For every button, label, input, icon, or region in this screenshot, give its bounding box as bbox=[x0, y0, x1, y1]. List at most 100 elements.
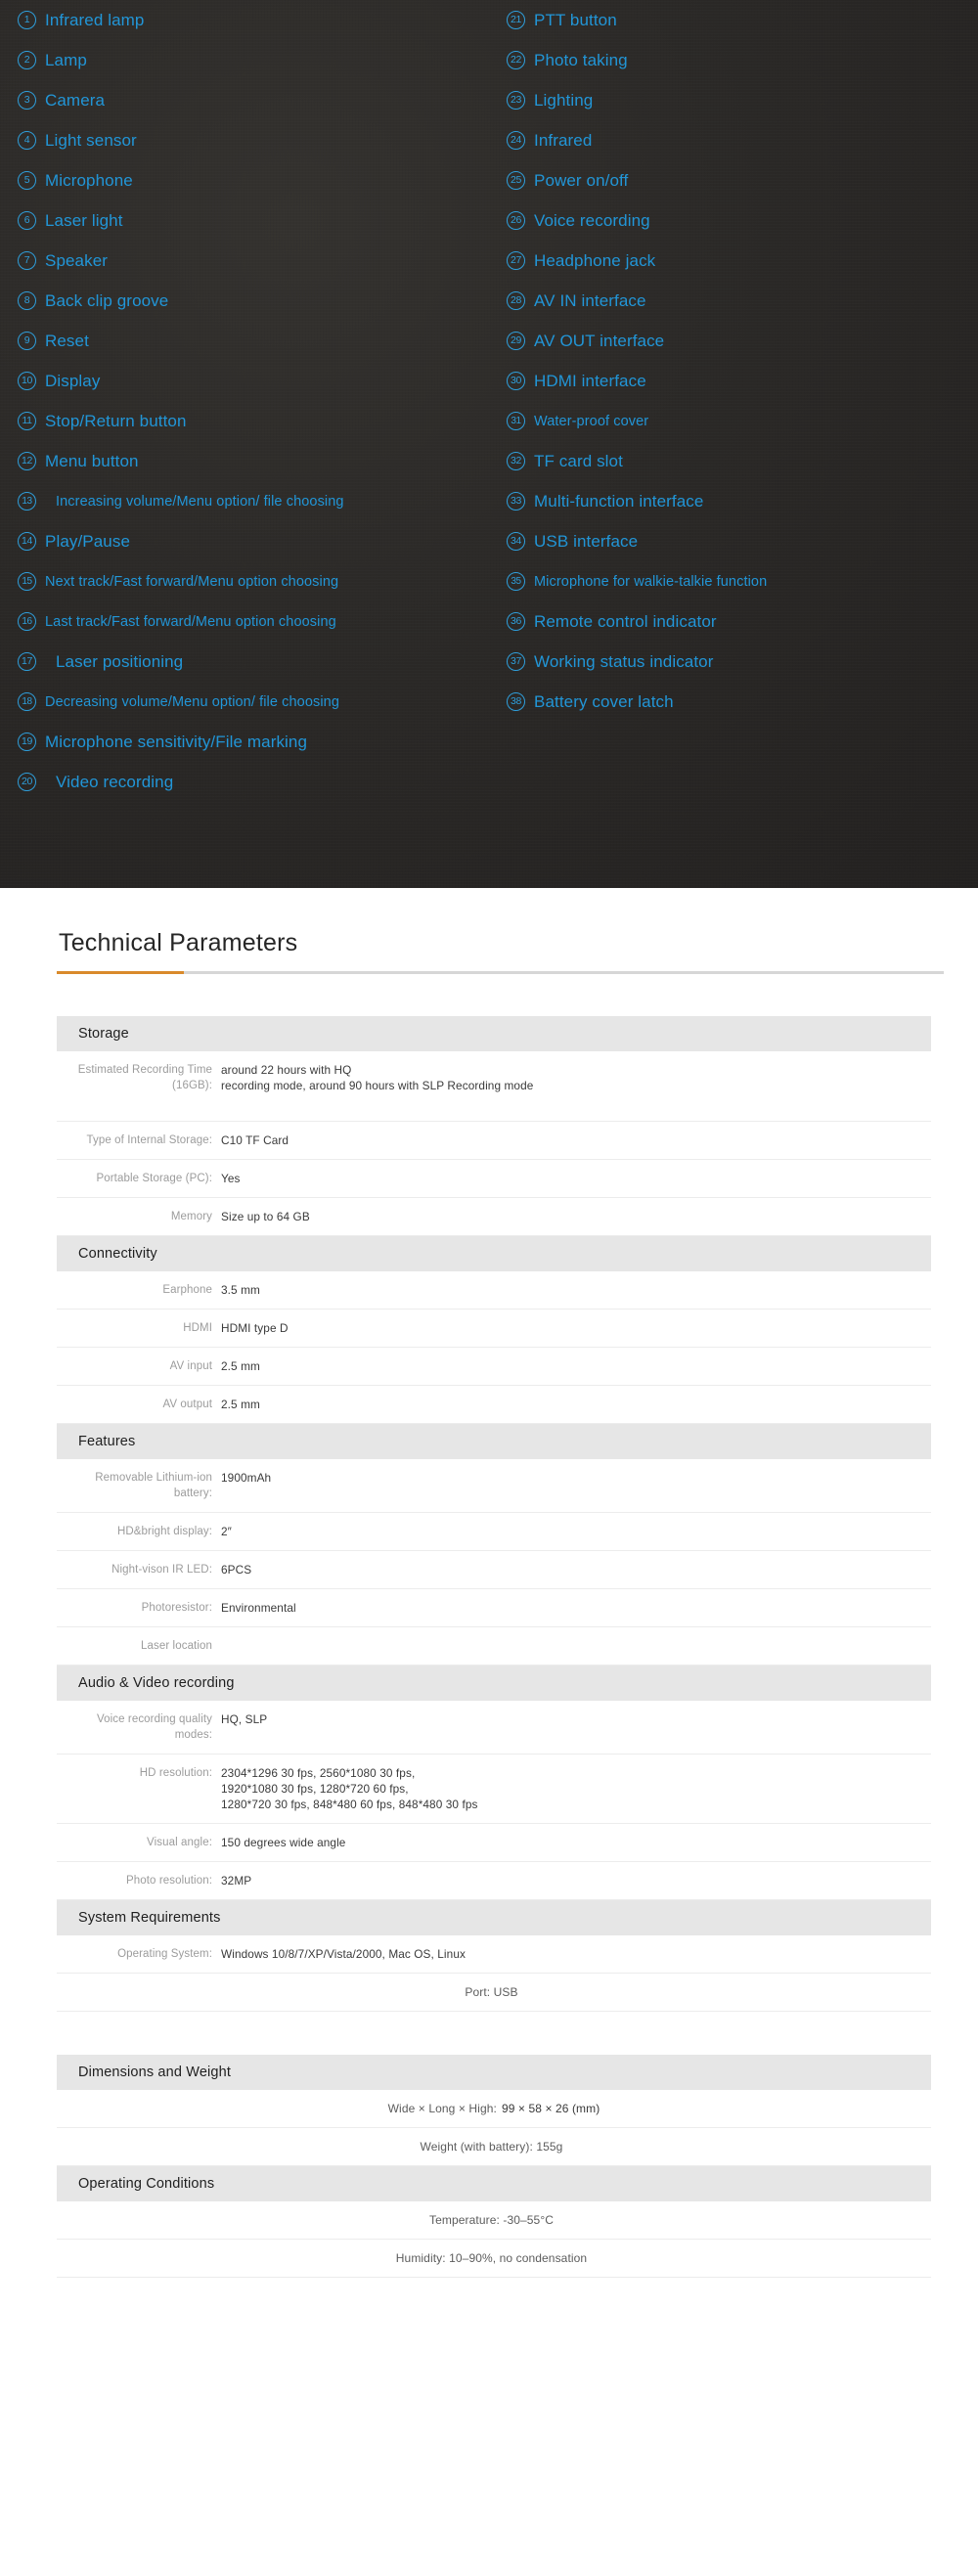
spec-value: 150 degrees wide angle bbox=[221, 1836, 346, 1849]
callout-item: 31 Water-proof cover bbox=[507, 401, 976, 441]
callout-number-badge: 11 bbox=[18, 412, 36, 430]
callout-item: 14 Play/Pause bbox=[18, 521, 507, 561]
spec-section-heading: Operating Conditions bbox=[57, 2166, 931, 2201]
spec-row: Visual angle: 150 degrees wide angle bbox=[57, 1824, 931, 1862]
callout-label: AV OUT interface bbox=[534, 331, 665, 350]
callout-item: 20 Video recording bbox=[18, 762, 507, 802]
callout-item: 10 Display bbox=[18, 361, 507, 401]
spec-row: Temperature: -30–55°C bbox=[57, 2201, 931, 2240]
callout-number-badge: 14 bbox=[18, 532, 36, 551]
spec-row: HDMI HDMI type D bbox=[57, 1310, 931, 1348]
callout-item: 30 HDMI interface bbox=[507, 361, 976, 401]
spec-key: Memory bbox=[170, 1211, 212, 1222]
spec-row: Removable Lithium-ion battery: 1900mAh bbox=[57, 1459, 931, 1513]
callout-number-badge: 27 bbox=[507, 251, 525, 270]
spec-key: Voice recording quality modes: bbox=[96, 1713, 212, 1741]
callout-label: Power on/off bbox=[534, 170, 629, 190]
spec-row: AV output 2.5 mm bbox=[57, 1386, 931, 1424]
spec-key: Type of Internal Storage: bbox=[86, 1134, 212, 1146]
spec-value: C10 TF Card bbox=[221, 1133, 289, 1147]
callout-item: 1 Infrared lamp bbox=[18, 0, 507, 40]
callout-item: 29 AV OUT interface bbox=[507, 321, 976, 361]
spec-value: Size up to 64 GB bbox=[221, 1210, 310, 1223]
callout-label: Display bbox=[45, 371, 101, 390]
spec-key: Earphone bbox=[162, 1284, 212, 1296]
spec-key: Visual angle: bbox=[147, 1837, 212, 1848]
callout-label: Infrared bbox=[534, 130, 593, 150]
callout-column-left: 1 Infrared lamp 2 Lamp 3 Camera 4 Light sensor 5… bbox=[18, 0, 507, 802]
callout-number-badge: 35 bbox=[507, 572, 525, 591]
callout-label: USB interface bbox=[534, 531, 639, 551]
spec-row: HD&bright display: 2″ bbox=[57, 1513, 931, 1551]
spec-value: Yes bbox=[221, 1172, 241, 1185]
spec-key: HD&bright display: bbox=[116, 1526, 212, 1537]
spec-value: 32MP bbox=[221, 1874, 252, 1888]
spec-key: HDMI bbox=[183, 1322, 212, 1334]
spec-row: Earphone 3.5 mm bbox=[57, 1271, 931, 1310]
spec-spacer bbox=[57, 2012, 931, 2055]
callout-number-badge: 1 bbox=[18, 11, 36, 29]
spec-row: AV input 2.5 mm bbox=[57, 1348, 931, 1386]
page-title: Technical Parameters bbox=[59, 929, 298, 956]
callout-number-badge: 13 bbox=[18, 492, 36, 511]
spec-value: Environmental bbox=[221, 1601, 296, 1615]
callout-label: Microphone sensitivity/File marking bbox=[45, 732, 308, 751]
spec-key: AV input bbox=[169, 1360, 212, 1372]
callout-number-badge: 38 bbox=[507, 692, 525, 711]
callout-label: Infrared lamp bbox=[45, 10, 145, 29]
spec-value: 2″ bbox=[221, 1525, 232, 1538]
product-spec-page: 1 Infrared lamp 2 Lamp 3 Camera 4 Light sensor 5… bbox=[0, 0, 978, 2576]
callout-item: 17 Laser positioning bbox=[18, 642, 507, 682]
callout-item: 23 Lighting bbox=[507, 80, 976, 120]
spec-row: Laser location bbox=[57, 1627, 931, 1666]
callout-number-badge: 17 bbox=[18, 652, 36, 671]
spec-value: 99 × 58 × 26 (mm) bbox=[501, 2102, 600, 2115]
callout-label: Lamp bbox=[45, 50, 87, 69]
spec-row: Photo resolution: 32MP bbox=[57, 1862, 931, 1900]
callout-label: Microphone bbox=[45, 170, 133, 190]
callout-label: Decreasing volume/Menu option/ file choo… bbox=[45, 693, 340, 710]
callout-label: Last track/Fast forward/Menu option choo… bbox=[45, 613, 336, 630]
callout-number-badge: 2 bbox=[18, 51, 36, 69]
callout-label: Remote control indicator bbox=[534, 611, 717, 631]
spec-key: Photo resolution: bbox=[125, 1875, 212, 1887]
callout-number-badge: 29 bbox=[507, 332, 525, 350]
callout-item: 32 TF card slot bbox=[507, 441, 976, 481]
callout-label: Photo taking bbox=[534, 50, 628, 69]
spec-key: Laser location bbox=[141, 1640, 212, 1652]
callout-label: Voice recording bbox=[534, 210, 650, 230]
callout-item: 36 Remote control indicator bbox=[507, 601, 976, 642]
callout-number-badge: 28 bbox=[507, 291, 525, 310]
callout-item: 5 Microphone bbox=[18, 160, 507, 200]
callout-label: Camera bbox=[45, 90, 106, 110]
feature-callout-panel: 1 Infrared lamp 2 Lamp 3 Camera 4 Light sensor 5… bbox=[0, 0, 978, 888]
callout-item: 26 Voice recording bbox=[507, 200, 976, 241]
callout-number-badge: 12 bbox=[18, 452, 36, 470]
spec-value: 2304*1296 30 fps, 2560*1080 30 fps, 1920… bbox=[221, 1766, 478, 1811]
callout-number-badge: 8 bbox=[18, 291, 36, 310]
callout-item: 33 Multi-function interface bbox=[507, 481, 976, 521]
callout-item: 4 Light sensor bbox=[18, 120, 507, 160]
spec-value: 1900mAh bbox=[221, 1471, 272, 1485]
spec-row: Operating System: Windows 10/8/7/XP/Vista… bbox=[57, 1935, 931, 1974]
spec-row: Voice recording quality modes: HQ, SLP bbox=[57, 1701, 931, 1754]
callout-item: 6 Laser light bbox=[18, 200, 507, 241]
callout-item: 34 USB interface bbox=[507, 521, 976, 561]
callout-number-badge: 15 bbox=[18, 572, 36, 591]
callout-label: Water-proof cover bbox=[534, 413, 649, 429]
callout-number-badge: 23 bbox=[507, 91, 525, 110]
callout-label: Play/Pause bbox=[45, 531, 130, 551]
callout-label: Headphone jack bbox=[534, 250, 656, 270]
callout-label: Laser light bbox=[45, 210, 123, 230]
callout-column-right: 21 PTT button 22 Photo taking 23 Lighting 24 In… bbox=[507, 0, 976, 722]
callout-number-badge: 31 bbox=[507, 412, 525, 430]
spec-key: Humidity: 10–90%, no condensation bbox=[395, 2251, 588, 2265]
callout-item: 18 Decreasing volume/Menu option/ file ch… bbox=[18, 682, 507, 722]
callout-item: 19 Microphone sensitivity/File marking bbox=[18, 722, 507, 762]
callout-label: Back clip groove bbox=[45, 290, 169, 310]
callout-label: Increasing volume/Menu option/ file choo… bbox=[56, 493, 344, 510]
spec-value: HQ, SLP bbox=[221, 1712, 268, 1726]
spec-key: Temperature: -30–55°C bbox=[429, 2213, 554, 2227]
callout-label: PTT button bbox=[534, 10, 617, 29]
callout-label: Stop/Return button bbox=[45, 411, 187, 430]
